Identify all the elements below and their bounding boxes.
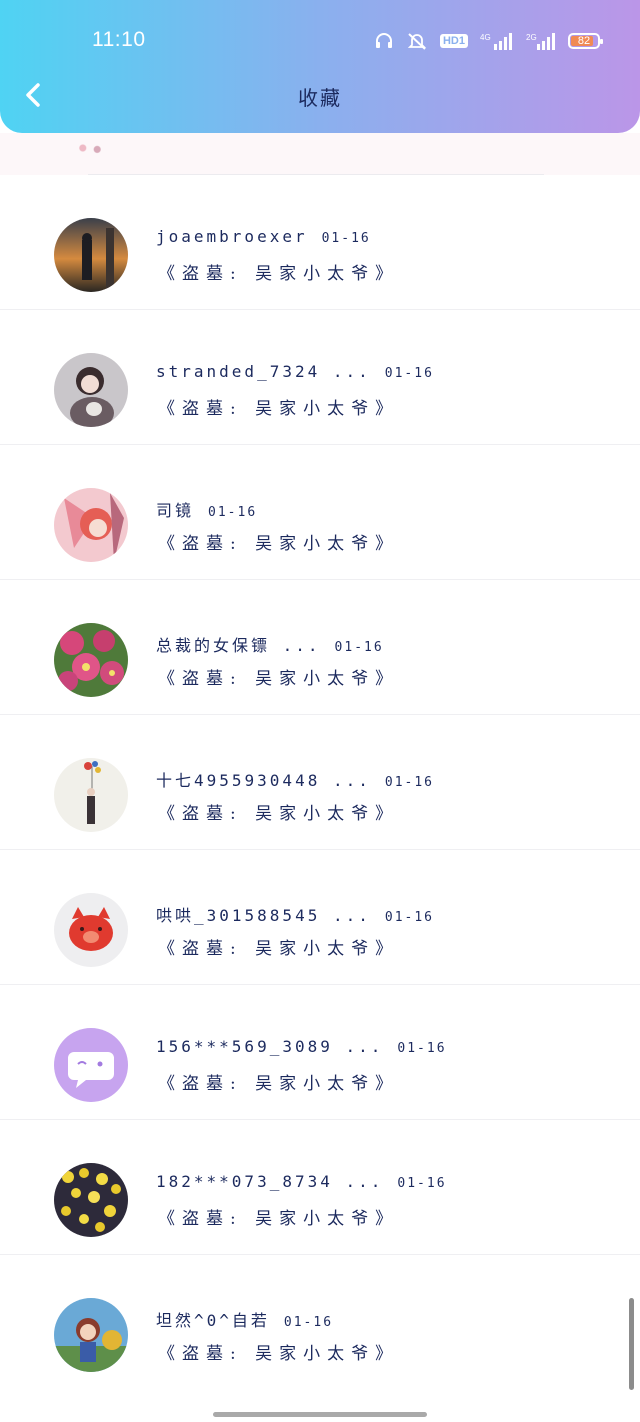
book-title[interactable]: 《盗墓: 吴家小太爷》 — [158, 1339, 399, 1364]
home-indicator[interactable] — [213, 1412, 427, 1417]
avatar[interactable] — [54, 1028, 128, 1102]
signal-4g-icon: 4G — [480, 33, 512, 50]
book-title[interactable]: 《盗墓: 吴家小太爷》 — [158, 259, 399, 284]
status-icons: HD1 4G 2G 82 — [374, 28, 603, 54]
status-time: 11:10 — [92, 28, 146, 51]
avatar-partial — [72, 141, 108, 155]
headphones-icon — [375, 33, 392, 48]
date: 01-16 — [397, 1041, 447, 1056]
book-title[interactable]: 《盗墓: 吴家小太爷》 — [158, 664, 399, 689]
favorites-list: joaembroexer 01-16 《盗墓: 吴家小太爷》 stranded_7… — [0, 175, 640, 1390]
avatar[interactable] — [54, 623, 128, 697]
date: 01-16 — [384, 775, 435, 790]
row-meta: 182***073_8734 ... 01-16 — [156, 1172, 447, 1191]
username: 哄哄_301588545 ... — [156, 906, 371, 925]
list-item[interactable]: 司镜 01-16 《盗墓: 吴家小太爷》 — [0, 445, 640, 580]
row-meta: 哄哄_301588545 ... 01-16 — [156, 902, 434, 926]
username: 坦然^0^自若 — [156, 1311, 270, 1330]
username: 十七4955930448 ... — [156, 771, 371, 790]
list-item[interactable]: 哄哄_301588545 ... 01-16 《盗墓: 吴家小太爷》 — [0, 850, 640, 985]
list-item[interactable]: 总裁的女保镖 ... 01-16 《盗墓: 吴家小太爷》 — [0, 580, 640, 715]
avatar[interactable] — [54, 1298, 128, 1372]
app-header: 11:10 HD1 4G 2G 82 收藏 — [0, 0, 640, 133]
date: 01-16 — [384, 366, 434, 381]
avatar[interactable] — [54, 893, 128, 967]
mute-bell-icon — [407, 33, 427, 50]
avatar[interactable] — [54, 1163, 128, 1237]
row-meta: stranded_7324 ... 01-16 — [156, 362, 434, 381]
list-item[interactable]: 十七4955930448 ... 01-16 《盗墓: 吴家小太爷》 — [0, 715, 640, 850]
list-item[interactable]: 坦然^0^自若 01-16 《盗墓: 吴家小太爷》 — [0, 1255, 640, 1390]
row-meta: joaembroexer 01-16 — [156, 227, 371, 246]
row-meta: 司镜 01-16 — [156, 497, 257, 521]
row-meta: 十七4955930448 ... 01-16 — [156, 767, 434, 791]
row-meta: 156***569_3089 ... 01-16 — [156, 1037, 447, 1056]
date: 01-16 — [397, 1176, 447, 1191]
avatar[interactable] — [54, 488, 128, 562]
username: 182***073_8734 ... — [156, 1172, 384, 1191]
username: 156***569_3089 ... — [156, 1037, 384, 1056]
list-item-partial[interactable] — [0, 133, 640, 175]
list-item[interactable]: joaembroexer 01-16 《盗墓: 吴家小太爷》 — [0, 175, 640, 310]
username: joaembroexer — [156, 227, 308, 246]
username: stranded_7324 ... — [156, 362, 371, 381]
date: 01-16 — [384, 910, 435, 925]
network-1-label: 4G — [480, 33, 491, 42]
list-item[interactable]: 182***073_8734 ... 01-16 《盗墓: 吴家小太爷》 — [0, 1120, 640, 1255]
username: 总裁的女保镖 ... — [156, 636, 321, 655]
battery-icon: 82 — [568, 33, 603, 49]
avatar[interactable] — [54, 218, 128, 292]
date: 01-16 — [321, 231, 371, 246]
battery-level: 82 — [577, 35, 591, 47]
book-title[interactable]: 《盗墓: 吴家小太爷》 — [158, 394, 399, 419]
avatar[interactable] — [54, 353, 128, 427]
book-title[interactable]: 《盗墓: 吴家小太爷》 — [158, 799, 399, 824]
list-item[interactable]: stranded_7324 ... 01-16 《盗墓: 吴家小太爷》 — [0, 310, 640, 445]
signal-2g-icon: 2G — [526, 33, 555, 50]
avatar[interactable] — [54, 758, 128, 832]
list-item[interactable]: 156***569_3089 ... 01-16 《盗墓: 吴家小太爷》 — [0, 985, 640, 1120]
book-title[interactable]: 《盗墓: 吴家小太爷》 — [158, 934, 399, 959]
date: 01-16 — [208, 505, 258, 520]
network-2-label: 2G — [526, 33, 537, 42]
row-meta: 总裁的女保镖 ... 01-16 — [156, 632, 384, 656]
page-title: 收藏 — [298, 86, 342, 110]
book-title[interactable]: 《盗墓: 吴家小太爷》 — [158, 1204, 399, 1229]
row-meta: 坦然^0^自若 01-16 — [156, 1307, 333, 1331]
date: 01-16 — [283, 1315, 334, 1330]
book-title[interactable]: 《盗墓: 吴家小太爷》 — [158, 1069, 399, 1094]
scrollbar-thumb[interactable] — [629, 1298, 634, 1390]
book-title[interactable]: 《盗墓: 吴家小太爷》 — [158, 529, 399, 554]
hd-badge: HD1 — [439, 34, 468, 48]
date: 01-16 — [334, 640, 384, 655]
username: 司镜 — [156, 501, 195, 520]
